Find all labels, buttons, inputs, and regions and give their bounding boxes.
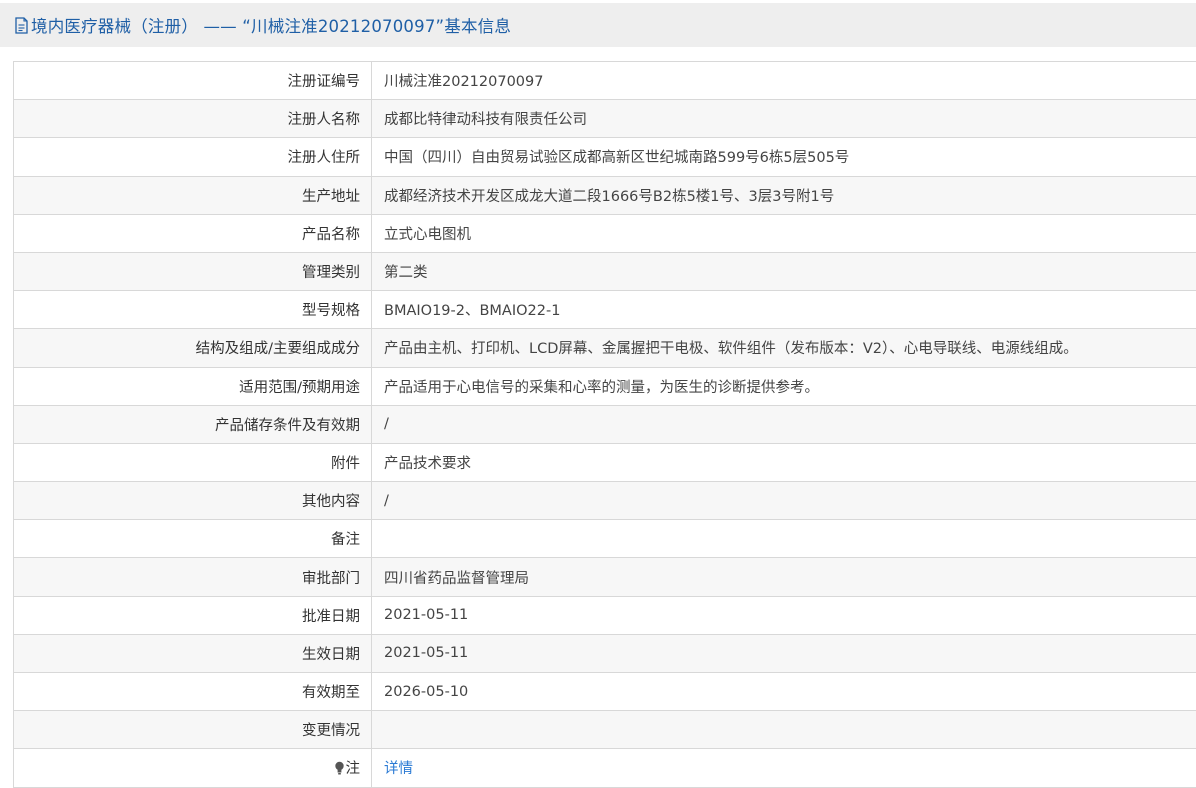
row-value: 2021-05-11 [372, 634, 1196, 672]
row-value: 产品技术要求 [372, 443, 1196, 481]
table-row: 注册证编号川械注准20212070097 [14, 62, 1196, 100]
row-label: 批准日期 [14, 596, 372, 634]
row-label: 注册证编号 [14, 62, 372, 100]
details-link[interactable]: 详情 [384, 761, 413, 777]
note-label: 注 [346, 761, 361, 777]
note-label-cell: 注 [14, 749, 372, 787]
row-value: 川械注准20212070097 [372, 62, 1196, 100]
table-row: 变更情况 [14, 711, 1196, 749]
row-label: 结构及组成/主要组成成分 [14, 329, 372, 367]
table-row: 附件产品技术要求 [14, 443, 1196, 481]
page-title: 境内医疗器械（注册） —— “川械注准20212070097”基本信息 [31, 13, 511, 37]
row-value [372, 711, 1196, 749]
row-label: 注册人名称 [14, 100, 372, 138]
row-label: 产品名称 [14, 214, 372, 252]
document-icon [14, 17, 29, 34]
table-row: 注册人住所中国（四川）自由贸易试验区成都高新区世纪城南路599号6栋5层505号 [14, 138, 1196, 176]
table-row: 生产地址成都经济技术开发区成龙大道二段1666号B2栋5楼1号、3层3号附1号 [14, 176, 1196, 214]
table-row: 产品储存条件及有效期/ [14, 405, 1196, 443]
row-label: 审批部门 [14, 558, 372, 596]
row-label: 变更情况 [14, 711, 372, 749]
table-row: 注册人名称成都比特律动科技有限责任公司 [14, 100, 1196, 138]
lightbulb-icon [334, 761, 345, 775]
table-row: 有效期至2026-05-10 [14, 673, 1196, 711]
row-value: / [372, 482, 1196, 520]
note-value-cell: 详情 [372, 749, 1196, 787]
row-label: 管理类别 [14, 252, 372, 290]
note-row: 注 详情 [14, 749, 1196, 787]
table-row: 结构及组成/主要组成成分产品由主机、打印机、LCD屏幕、金属握把干电极、软件组件… [14, 329, 1196, 367]
row-value: 立式心电图机 [372, 214, 1196, 252]
row-label: 型号规格 [14, 291, 372, 329]
info-table: 注册证编号川械注准20212070097注册人名称成都比特律动科技有限责任公司注… [13, 61, 1196, 788]
table-row: 型号规格BMAIO19-2、BMAIO22-1 [14, 291, 1196, 329]
row-value [372, 520, 1196, 558]
row-value: 成都比特律动科技有限责任公司 [372, 100, 1196, 138]
table-row: 审批部门四川省药品监督管理局 [14, 558, 1196, 596]
row-value: 产品由主机、打印机、LCD屏幕、金属握把干电极、软件组件（发布版本：V2）、心电… [372, 329, 1196, 367]
row-value: 成都经济技术开发区成龙大道二段1666号B2栋5楼1号、3层3号附1号 [372, 176, 1196, 214]
table-row: 批准日期2021-05-11 [14, 596, 1196, 634]
row-value: BMAIO19-2、BMAIO22-1 [372, 291, 1196, 329]
row-label: 产品储存条件及有效期 [14, 405, 372, 443]
row-label: 生产地址 [14, 176, 372, 214]
row-value: / [372, 405, 1196, 443]
row-label: 备注 [14, 520, 372, 558]
table-row: 管理类别第二类 [14, 252, 1196, 290]
row-value: 2021-05-11 [372, 596, 1196, 634]
row-label: 其他内容 [14, 482, 372, 520]
table-row: 产品名称立式心电图机 [14, 214, 1196, 252]
table-row: 适用范围/预期用途产品适用于心电信号的采集和心率的测量，为医生的诊断提供参考。 [14, 367, 1196, 405]
row-value: 产品适用于心电信号的采集和心率的测量，为医生的诊断提供参考。 [372, 367, 1196, 405]
row-label: 附件 [14, 443, 372, 481]
row-label: 注册人住所 [14, 138, 372, 176]
table-row: 其他内容/ [14, 482, 1196, 520]
row-value: 四川省药品监督管理局 [372, 558, 1196, 596]
row-label: 生效日期 [14, 634, 372, 672]
table-row: 备注 [14, 520, 1196, 558]
row-label: 有效期至 [14, 673, 372, 711]
row-label: 适用范围/预期用途 [14, 367, 372, 405]
row-value: 第二类 [372, 252, 1196, 290]
table-row: 生效日期2021-05-11 [14, 634, 1196, 672]
row-value: 中国（四川）自由贸易试验区成都高新区世纪城南路599号6栋5层505号 [372, 138, 1196, 176]
page-header: 境内医疗器械（注册） —— “川械注准20212070097”基本信息 [0, 3, 1196, 47]
row-value: 2026-05-10 [372, 673, 1196, 711]
